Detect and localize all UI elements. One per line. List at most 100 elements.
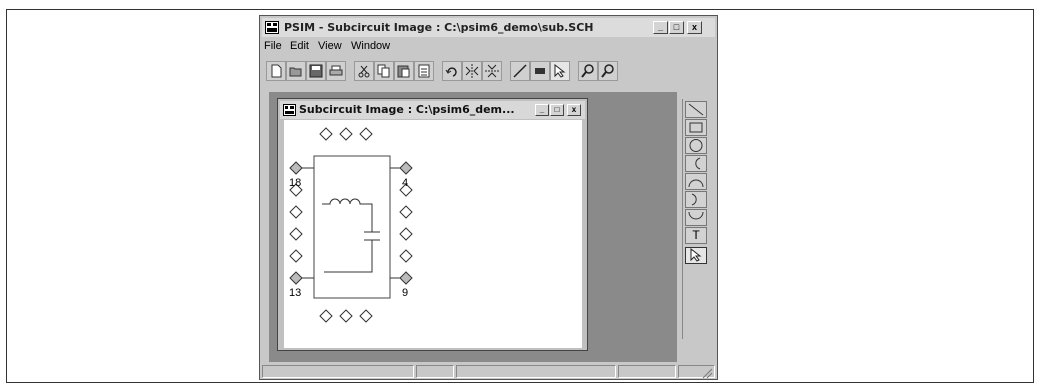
resize-grip-icon (702, 368, 713, 379)
palette-arc-right-tool[interactable] (685, 191, 707, 208)
rotate-button[interactable] (442, 61, 462, 81)
bottom-pin-3[interactable] (359, 309, 373, 323)
pin-label-18: 18 (289, 177, 302, 189)
top-pin-2[interactable] (339, 127, 353, 141)
wire-button[interactable] (510, 61, 530, 81)
open-icon (289, 67, 302, 77)
pin-label-9: 9 (402, 287, 409, 299)
menu-view[interactable]: View (318, 40, 342, 52)
resize-grip[interactable] (678, 365, 715, 379)
maximize-button[interactable]: □ (669, 21, 684, 34)
zoom-out-icon (601, 64, 614, 78)
bottom-pin-2[interactable] (339, 309, 353, 323)
arc-bottom-icon (688, 211, 704, 220)
palette-circle-tool[interactable] (685, 137, 707, 154)
menu-edit[interactable]: Edit (290, 40, 309, 52)
schematic-canvas[interactable]: 18 4 13 9 (284, 120, 582, 348)
zoom-in-button[interactable] (578, 61, 598, 81)
right-pin-9[interactable] (399, 271, 413, 285)
right-pin-4[interactable] (399, 161, 413, 175)
minimize-button[interactable]: _ (653, 21, 668, 34)
palette-arc-top-tool[interactable] (685, 173, 707, 190)
select-icon (554, 64, 566, 78)
title-bar[interactable]: PSIM - Subcircuit Image : C:\psim6_demo\… (262, 18, 715, 37)
menu-window[interactable]: Window (351, 40, 390, 52)
flip-tb-button[interactable] (482, 61, 502, 81)
new-button[interactable] (266, 61, 286, 81)
subcircuit-body (313, 155, 391, 299)
inductor (322, 198, 373, 232)
left-pin-5[interactable] (289, 249, 303, 263)
cut-button[interactable] (354, 61, 374, 81)
capacitor (324, 231, 380, 273)
child-window-icon (283, 104, 296, 116)
wire-icon (513, 64, 527, 78)
save-icon (309, 64, 323, 78)
print-button[interactable] (326, 61, 346, 81)
top-pin-3[interactable] (359, 127, 373, 141)
toolbar (266, 58, 714, 84)
bottom-pin-1[interactable] (319, 309, 333, 323)
window-title: PSIM - Subcircuit Image : C:\psim6_demo\… (284, 21, 594, 34)
paste-button[interactable] (394, 61, 414, 81)
subcircuit-drawing (289, 127, 413, 323)
circle-icon (689, 139, 703, 152)
child-window-title: Subcircuit Image : C:\psim6_dem... (299, 103, 515, 116)
line-icon (688, 103, 704, 116)
paste-special-icon (418, 64, 430, 78)
copy-icon (377, 64, 390, 78)
status-pane-4 (618, 365, 676, 378)
child-maximize-button[interactable]: □ (550, 104, 564, 116)
right-pin-3[interactable] (399, 205, 413, 219)
status-pane-2 (416, 365, 454, 378)
child-minimize-button[interactable]: _ (535, 104, 549, 116)
rectangle-icon (689, 122, 703, 133)
select-button[interactable] (550, 61, 570, 81)
menu-file[interactable]: File (264, 40, 282, 52)
menu-bar: File Edit View Window (262, 38, 715, 54)
status-pane-3 (456, 365, 616, 378)
right-pin-5[interactable] (399, 249, 413, 263)
cut-icon (358, 65, 370, 78)
palette-arc-bottom-tool[interactable] (685, 209, 707, 226)
psim-main-window: PSIM - Subcircuit Image : C:\psim6_demo\… (259, 15, 718, 380)
arc-top-icon (688, 179, 704, 188)
child-close-button[interactable]: x (567, 104, 581, 116)
new-icon (271, 64, 282, 78)
palette-select-tool[interactable] (685, 247, 707, 264)
zoom-out-button[interactable] (598, 61, 618, 81)
save-button[interactable] (306, 61, 326, 81)
pin-label-13: 13 (289, 287, 302, 299)
flip-lr-button[interactable] (462, 61, 482, 81)
palette-arc-left-tool[interactable] (685, 155, 707, 172)
status-pane-1 (262, 365, 414, 378)
label-icon (535, 68, 545, 74)
status-bar (262, 365, 715, 379)
arc-left-icon (695, 157, 701, 170)
palette-rectangle-tool[interactable] (685, 119, 707, 136)
left-pin-18[interactable] (289, 161, 303, 175)
left-pin-3[interactable] (289, 205, 303, 219)
left-pin-13[interactable] (289, 271, 303, 285)
select-arrow-icon (690, 247, 702, 262)
close-button[interactable]: x (687, 21, 702, 34)
rotate-icon (445, 67, 457, 77)
flip-lr-icon (465, 64, 479, 78)
flip-tb-icon (485, 64, 499, 78)
label-button[interactable] (530, 61, 550, 81)
palette-line-tool[interactable] (685, 101, 707, 118)
right-pin-4b[interactable] (399, 227, 413, 241)
paste-icon (397, 65, 410, 78)
drawing-palette: T (682, 99, 711, 339)
copy-button[interactable] (374, 61, 394, 81)
palette-text-tool[interactable]: T (685, 227, 707, 244)
psim-app-icon (265, 21, 279, 34)
print-icon (329, 65, 343, 76)
paste-special-button[interactable] (414, 61, 434, 81)
top-pin-1[interactable] (319, 127, 333, 141)
open-button[interactable] (286, 61, 306, 81)
child-title-bar[interactable]: Subcircuit Image : C:\psim6_dem... _ □ x (280, 101, 585, 119)
arc-right-icon (691, 193, 697, 206)
left-pin-4[interactable] (289, 227, 303, 241)
zoom-in-icon (581, 64, 594, 78)
